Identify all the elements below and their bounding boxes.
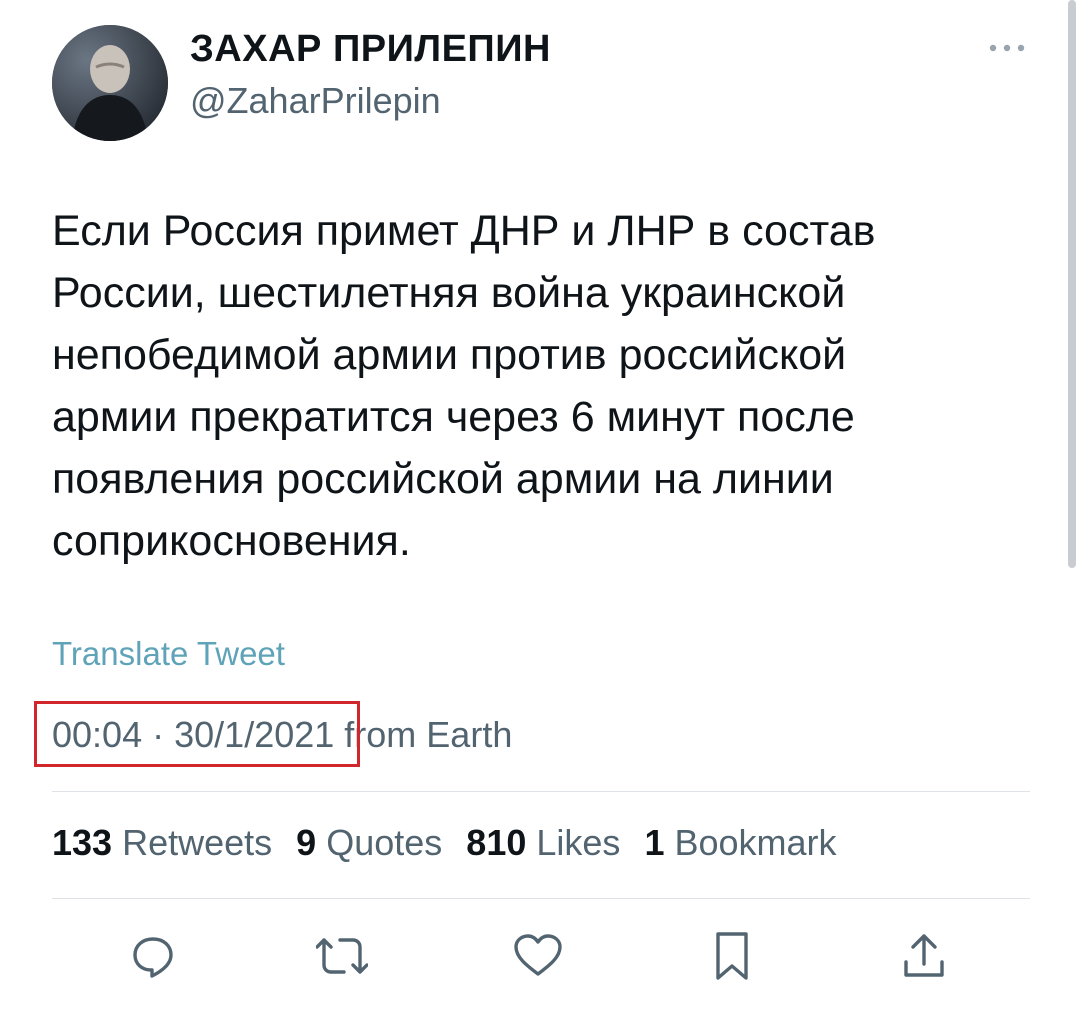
tweet-text-line: непобедимой армии против российской	[52, 331, 847, 379]
retweets-label: Retweets	[122, 822, 273, 863]
bookmark-icon	[716, 932, 748, 980]
share-button[interactable]	[896, 928, 952, 984]
bookmarks-count: 1	[644, 822, 665, 863]
share-icon	[904, 934, 944, 977]
scrollbar[interactable]	[1068, 0, 1076, 568]
retweet-icon	[316, 938, 368, 974]
quotes-stat[interactable]: 9 Quotes	[296, 822, 442, 864]
tweet-text: Если Россия примет ДНР и ЛНР в состав Ро…	[52, 200, 952, 572]
divider	[52, 791, 1030, 792]
bookmarks-stat[interactable]: 1 Bookmark	[644, 822, 836, 864]
tweet-text-line: России, шестилетняя война украинской	[52, 269, 846, 317]
like-button[interactable]	[510, 928, 566, 984]
more-icon[interactable]	[985, 30, 1029, 66]
avatar-image	[52, 25, 168, 141]
tweet-stats: 133 Retweets 9 Quotes 810 Likes 1 Bookma…	[52, 822, 837, 864]
translate-tweet-link[interactable]: Translate Tweet	[52, 635, 285, 673]
display-name[interactable]: ЗАХАР ПРИЛЕПИН	[190, 28, 551, 71]
user-handle[interactable]: @ZaharPrilepin	[190, 80, 441, 122]
quotes-count: 9	[296, 822, 317, 863]
tweet-text-line: соприкосновения.	[52, 517, 411, 565]
retweet-button[interactable]	[314, 928, 370, 984]
reply-button[interactable]	[125, 928, 181, 984]
likes-stat[interactable]: 810 Likes	[466, 822, 620, 864]
reply-icon	[133, 937, 173, 978]
avatar[interactable]	[52, 25, 168, 141]
tweet-text-line: Если Россия примет ДНР и ЛНР в состав	[52, 207, 876, 255]
retweets-stat[interactable]: 133 Retweets	[52, 822, 272, 864]
highlight-box	[34, 701, 360, 767]
action-bar	[0, 928, 1080, 988]
tweet-text-line: появления российской армии на линии	[52, 455, 834, 503]
tweet-source: from Earth	[344, 714, 513, 755]
likes-count: 810	[466, 822, 527, 863]
tweet-text-line: армии прекратится через 6 минут после	[52, 393, 855, 441]
bookmarks-label: Bookmark	[674, 822, 837, 863]
divider	[52, 898, 1030, 899]
retweets-count: 133	[52, 822, 113, 863]
likes-label: Likes	[536, 822, 621, 863]
heart-icon	[514, 934, 562, 976]
bookmark-button[interactable]	[704, 928, 760, 984]
quotes-label: Quotes	[326, 822, 443, 863]
